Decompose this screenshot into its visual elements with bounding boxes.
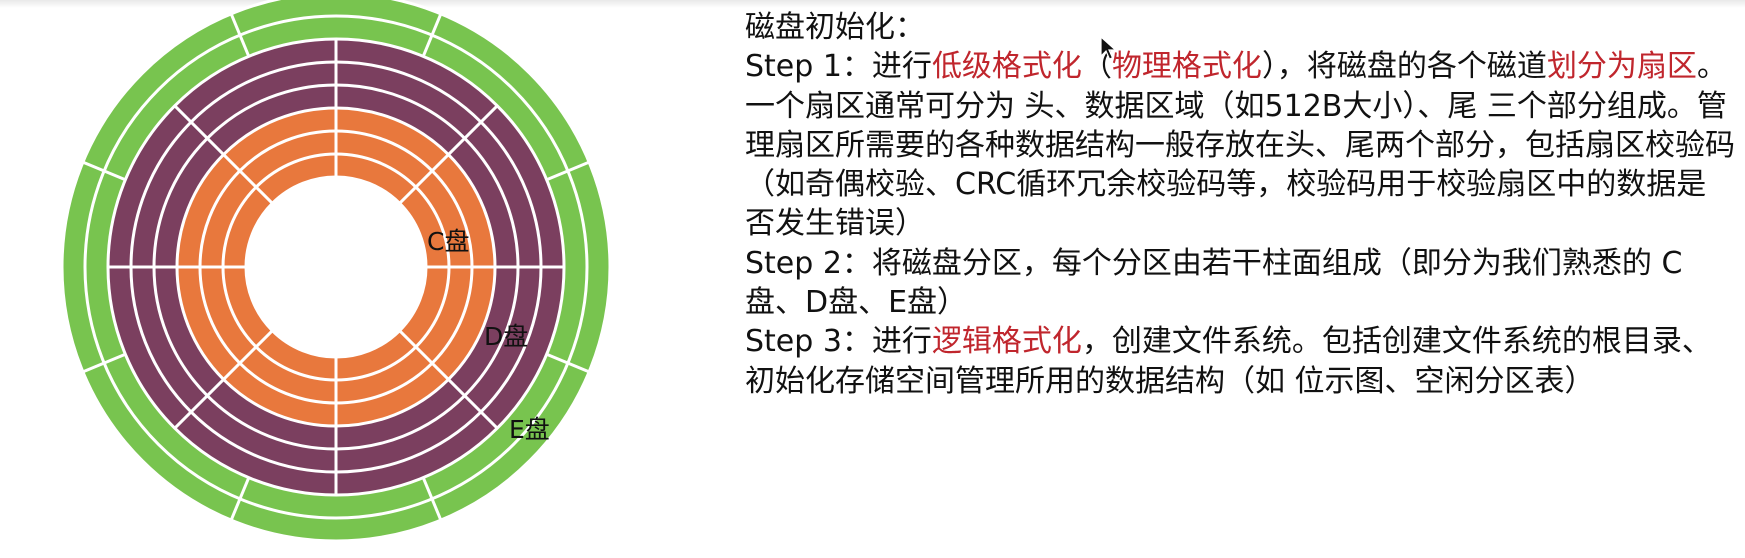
physical-format-term: 物理格式化 xyxy=(1111,49,1262,85)
low-level-format-term: 低级格式化 xyxy=(931,49,1082,85)
step-1-text: Step 1：进行低级格式化（物理格式化），将磁盘的各个磁道划分为扇区。一个扇区… xyxy=(745,47,1735,243)
step-3-lead: Step 3：进行 xyxy=(745,324,932,360)
step-3-text: Step 3：进行逻辑格式化，创建文件系统。包括创建文件系统的根目录、初始化存储… xyxy=(745,322,1735,401)
c-partition-label: C盘 xyxy=(427,227,469,256)
e-partition-label: E盘 xyxy=(509,415,550,444)
section-title: 磁盘初始化： xyxy=(745,10,925,45)
spindle-hole xyxy=(244,175,428,359)
disk-initialization-text: 磁盘初始化： Step 1：进行低级格式化（物理格式化），将磁盘的各个磁道划分为… xyxy=(745,8,1735,401)
step-1-mid: ），将磁盘的各个磁道 xyxy=(1261,49,1547,85)
step-1-lead: Step 1：进行 xyxy=(745,49,932,85)
divide-into-sectors-term: 划分为扇区 xyxy=(1546,49,1697,85)
step-2-text: Step 2：将磁盘分区，每个分区由若干柱面组成（即分为我们熟悉的 C盘、D盘、… xyxy=(745,245,1683,321)
d-partition-label: D盘 xyxy=(484,322,528,351)
mouse-cursor-icon xyxy=(1100,36,1118,60)
logical-format-term: 逻辑格式化 xyxy=(931,324,1082,360)
disk-diagram: C盘 D盘 E盘 xyxy=(60,0,612,543)
